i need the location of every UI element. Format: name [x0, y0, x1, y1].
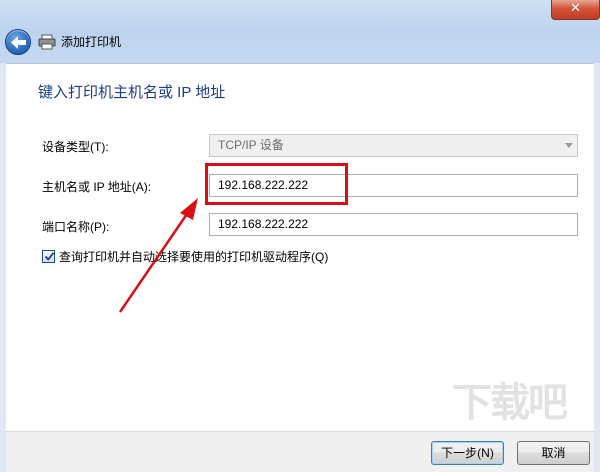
watermark-logo: 下载吧 [452, 380, 568, 426]
next-button[interactable]: 下一步(N) [431, 441, 504, 465]
cancel-button[interactable]: 取消 [517, 441, 590, 465]
button-bar [6, 431, 594, 472]
